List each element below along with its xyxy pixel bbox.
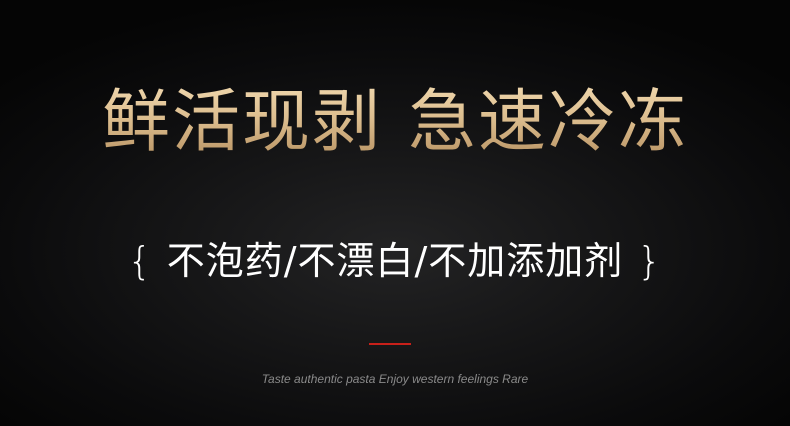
headline-left: 鲜活现剥 [101, 83, 382, 162]
subtitle-close-brace: } [637, 239, 663, 283]
tagline: Taste authentic pasta Enjoy western feel… [261, 372, 529, 386]
headline-right: 急速冷冻 [408, 83, 689, 162]
promo-banner: 鲜活现剥 急速冷冻 { 不泡药/不漂白/不加添加剂} Taste authentic… [0, 0, 790, 426]
red-divider [369, 343, 411, 345]
subtitle-text: 不泡药/不漂白/不加添加剂 [166, 239, 624, 283]
headline: 鲜活现剥 急速冷冻 [0, 78, 790, 168]
subtitle: { 不泡药/不漂白/不加添加剂} [0, 234, 790, 288]
subtitle-open-brace: { [127, 239, 153, 283]
